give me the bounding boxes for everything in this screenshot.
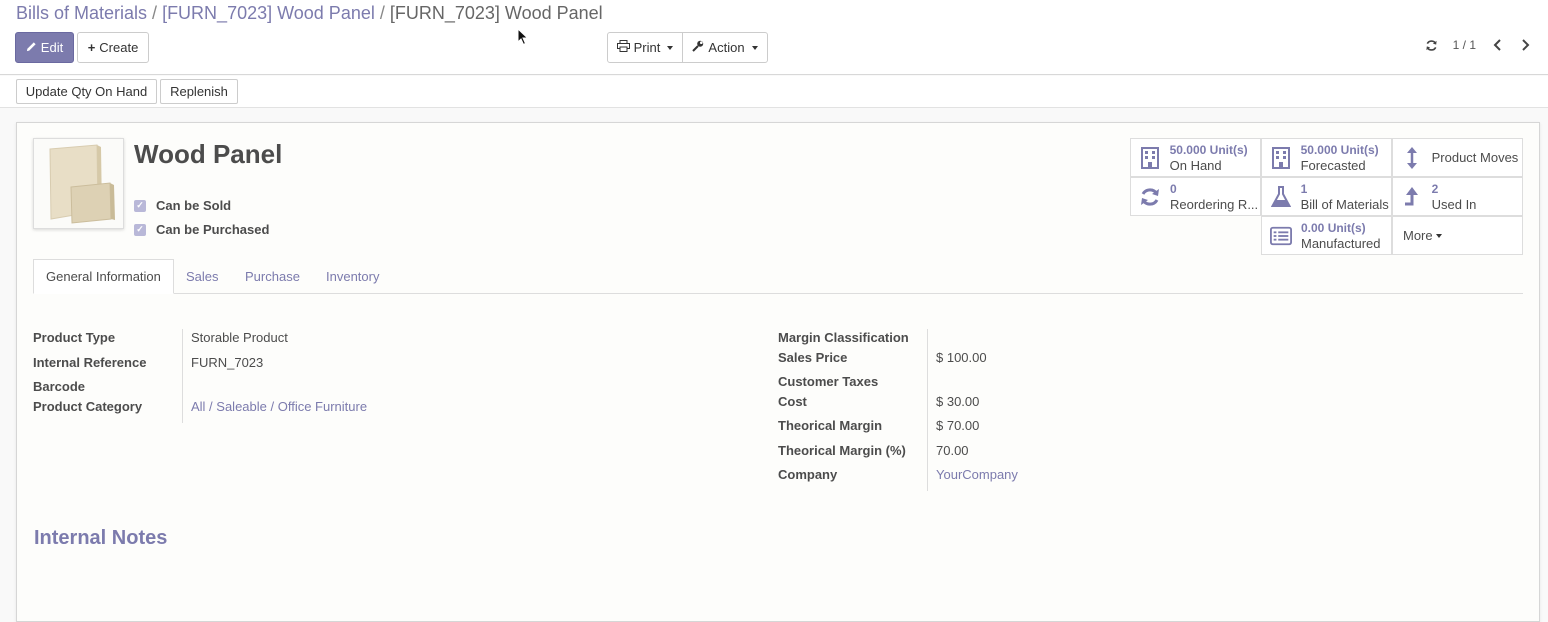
product-moves-label: Product Moves	[1431, 150, 1519, 165]
can-be-sold-row: ✓ Can be Sold	[134, 198, 231, 213]
control-panel: Bills of Materials / [FURN_7023] Wood Pane…	[0, 0, 1548, 75]
breadcrumb: Bills of Materials / [FURN_7023] Wood Pane…	[16, 3, 603, 24]
product-image[interactable]	[33, 138, 124, 229]
manufactured-value: 0.00 Unit(s)	[1301, 220, 1366, 235]
product-category-value[interactable]: All / Saleable / Office Furniture	[191, 399, 367, 414]
create-button-label: Create	[99, 40, 139, 55]
refresh-icon	[1139, 186, 1161, 208]
sales-price-label: Sales Price	[778, 350, 848, 365]
forecasted-label: Forecasted	[1300, 157, 1366, 173]
forecasted-button[interactable]: 50.000 Unit(s) Forecasted	[1261, 138, 1392, 177]
bill-of-materials-value: 1	[1300, 181, 1308, 196]
refresh-icon[interactable]	[1425, 38, 1439, 52]
product-category-label: Product Category	[33, 399, 143, 414]
used-in-value: 2	[1431, 181, 1439, 196]
on-hand-button[interactable]: 50.000 Unit(s) On Hand	[1130, 138, 1261, 177]
theorical-margin-value: $ 70.00	[936, 418, 980, 433]
more-button[interactable]: More	[1392, 216, 1523, 255]
used-in-button[interactable]: 2 Used In	[1392, 177, 1523, 216]
can-be-purchased-label: Can be Purchased	[156, 222, 270, 237]
reordering-rules-button[interactable]: 0 Reordering R...	[1130, 177, 1261, 216]
field-divider	[182, 329, 183, 423]
internal-notes-title: Internal Notes	[34, 527, 168, 549]
edit-button-label: Edit	[40, 40, 64, 55]
flask-icon	[1270, 185, 1292, 208]
used-in-label: Used In	[1431, 196, 1477, 212]
product-name[interactable]: Wood Panel	[134, 139, 282, 170]
list-icon	[1270, 226, 1292, 246]
theorical-margin-pct-value: 70.00	[936, 443, 969, 458]
action-button-label: Action	[708, 40, 745, 55]
pencil-icon	[26, 40, 37, 55]
tab-inventory[interactable]: Inventory	[314, 259, 391, 294]
field-divider	[927, 329, 928, 491]
margin-classification-label: Margin Classification	[778, 330, 909, 345]
pager-value[interactable]: 1 / 1	[1453, 38, 1476, 52]
manufactured-button[interactable]: 0.00 Unit(s) Manufactured	[1261, 216, 1392, 255]
breadcrumb-separator: /	[152, 3, 158, 23]
update-qty-button[interactable]: Update Qty On Hand	[16, 79, 157, 104]
chevron-right-icon[interactable]	[1518, 38, 1532, 52]
replenish-button[interactable]: Replenish	[160, 79, 238, 104]
theorical-margin-label: Theorical Margin	[778, 418, 883, 433]
can-be-purchased-checkbox[interactable]: ✓	[134, 223, 146, 236]
company-value[interactable]: YourCompany	[936, 467, 1018, 482]
print-button-label: Print	[633, 40, 661, 55]
breadcrumb-item-product[interactable]: [FURN_7023] Wood Panel	[162, 3, 375, 23]
internal-reference-value[interactable]: FURN_7023	[191, 355, 263, 370]
tab-sales[interactable]: Sales	[174, 259, 231, 294]
on-hand-label: On Hand	[1169, 157, 1222, 173]
caret-down-icon	[667, 45, 674, 50]
pager: 1 / 1	[1425, 38, 1532, 52]
edit-button[interactable]: Edit	[15, 32, 74, 63]
chevron-left-icon[interactable]	[1490, 38, 1504, 52]
bill-of-materials-button[interactable]: 1 Bill of Materials	[1261, 177, 1392, 216]
action-button[interactable]: Action	[682, 32, 768, 63]
can-be-sold-checkbox[interactable]: ✓	[134, 199, 146, 212]
tab-general-information[interactable]: General Information	[33, 259, 174, 294]
forecasted-value: 50.000 Unit(s)	[1300, 142, 1379, 157]
reordering-rules-label: Reordering R...	[1170, 196, 1259, 212]
notebook-tabs: General Information Sales Purchase Inven…	[33, 259, 1523, 294]
can-be-purchased-row: ✓ Can be Purchased	[134, 222, 269, 237]
arrows-vertical-icon	[1401, 146, 1423, 170]
sales-price-value[interactable]: $ 100.00	[936, 350, 987, 365]
internal-reference-label: Internal Reference	[33, 355, 147, 370]
caret-down-icon	[751, 45, 758, 50]
wrench-icon	[692, 40, 704, 55]
cost-value[interactable]: $ 30.00	[936, 394, 979, 409]
building-icon	[1270, 146, 1292, 169]
product-moves-button[interactable]: Product Moves	[1392, 138, 1523, 177]
breadcrumb-item-bom[interactable]: Bills of Materials	[16, 3, 147, 23]
customer-taxes-label: Customer Taxes	[778, 374, 879, 389]
cost-label: Cost	[778, 394, 807, 409]
product-type-label: Product Type	[33, 330, 116, 345]
manufactured-label: Manufactured	[1301, 235, 1381, 251]
print-button[interactable]: Print	[607, 32, 683, 63]
can-be-sold-label: Can be Sold	[156, 198, 232, 213]
tab-purchase[interactable]: Purchase	[233, 259, 312, 294]
bill-of-materials-label: Bill of Materials	[1300, 196, 1389, 212]
caret-down-icon	[1435, 233, 1442, 238]
level-up-icon	[1401, 186, 1423, 208]
barcode-label: Barcode	[33, 379, 86, 394]
breadcrumb-separator: /	[379, 3, 385, 23]
form-sheet: Wood Panel ✓ Can be Sold ✓ Can be Purcha…	[16, 122, 1540, 622]
on-hand-value: 50.000 Unit(s)	[1169, 142, 1248, 157]
company-label: Company	[778, 467, 838, 482]
more-label: More	[1403, 228, 1433, 243]
plus-icon: +	[87, 40, 96, 55]
printer-icon	[616, 40, 630, 55]
breadcrumb-current: [FURN_7023] Wood Panel	[389, 3, 603, 23]
building-icon	[1139, 146, 1161, 169]
create-button[interactable]: + Create	[77, 32, 149, 63]
status-bar: Update Qty On Hand Replenish	[0, 76, 1548, 108]
reordering-rules-value: 0	[1170, 181, 1177, 196]
theorical-margin-pct-label: Theorical Margin (%)	[778, 443, 906, 458]
product-type-value[interactable]: Storable Product	[191, 330, 288, 345]
